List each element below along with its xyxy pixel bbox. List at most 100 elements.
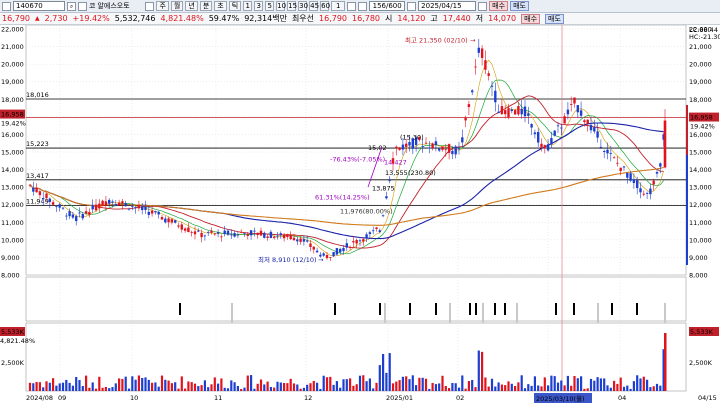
date-input[interactable]: 2025/04/15 [418,1,477,11]
volume-bar [398,380,401,391]
candle-body [385,196,388,199]
volume-bar [220,378,223,391]
price-tick-left: 8,000 [1,272,20,280]
candle-body [58,204,61,208]
volume-bar [55,385,58,391]
settings-icon[interactable] [145,1,155,11]
candle-body [540,143,543,148]
candle-body [454,146,457,155]
candle-body [504,110,507,115]
toggle-icon[interactable] [358,1,368,11]
interval-15[interactable]: 15 [287,1,297,11]
interval-45[interactable]: 45 [309,1,319,11]
volume-bar [279,382,282,391]
price-chart[interactable]: 18,01615,22313,41711,949 22,000 22,00021,… [0,25,720,404]
volume-bar [563,385,566,391]
volume-bar [391,383,395,391]
candle-body [464,117,467,121]
candle-body [207,232,210,233]
sell-button-2[interactable]: 매도 [545,13,564,24]
interval-10[interactable]: 10 [276,1,286,11]
volume-bar [583,388,586,391]
candle-body [395,146,398,149]
interval-1-custom[interactable]: 1 [331,1,346,11]
period-minute[interactable]: 분 [199,1,213,11]
price-tick-right: 10,000 [689,236,712,244]
period-week[interactable]: 주 [156,1,169,11]
volume-bar [457,387,461,391]
volume-bar [42,387,45,391]
price-tick-right: 14,000 [689,166,712,174]
page-counter[interactable]: 156/600 [369,1,406,11]
volume-bar [444,385,447,391]
stock-code-input[interactable]: 140670 [13,1,65,11]
bid-price: 16,780 [352,14,381,23]
candle-body [220,236,223,238]
signal-bar [664,303,666,323]
annotation-a4: 14,427 [384,158,407,166]
interval-60[interactable]: 60 [320,1,330,11]
volume-bar [184,388,187,391]
interval-30[interactable]: 30 [298,1,308,11]
candle-body [243,233,246,234]
volume-bar [461,375,464,391]
candle-body [134,207,137,208]
price-tick-right: 20,000 [689,61,712,69]
period-year[interactable]: 년 [185,1,198,11]
high-price: 17,440 [442,14,471,23]
menu-icon[interactable] [2,1,11,11]
interval-1[interactable]: 1 [243,1,253,11]
dropdown-icon[interactable] [347,1,357,11]
buy-button-2[interactable]: 매수 [521,13,541,24]
zoom-out-icon[interactable] [78,1,87,11]
volume-bar [240,388,243,391]
candle-body [306,240,309,242]
volume-bar [325,377,329,391]
calendar-icon[interactable] [407,1,417,11]
volume-bar [190,382,193,391]
price-tick-right: 18,000 [689,96,712,104]
volume-bar [32,383,35,391]
annotation-a5: 13,555 [385,169,408,177]
candle-body [48,198,51,202]
interval-5[interactable]: 5 [265,1,275,11]
period-month[interactable]: 월 [170,1,184,11]
volume-bar [177,388,180,391]
candle-body [104,201,108,206]
candle-body [246,234,249,236]
candle-body [612,157,616,159]
volume-bar [566,375,569,391]
candle-body [649,188,652,195]
candle-body [663,120,667,168]
volume-bar [256,383,259,391]
candle-body [645,193,649,194]
volume-bar [494,386,497,391]
candle-body [282,234,286,239]
period-tick[interactable]: 틱 [228,1,242,11]
buy-button[interactable]: 매수 [489,1,509,11]
volume-bar [550,375,553,391]
volume-bar [273,387,276,391]
arrow-icon: → [470,36,476,44]
period-second[interactable]: 초 [214,1,227,11]
volume-bar [537,385,540,391]
refresh-icon[interactable] [478,1,488,11]
volume-bar [253,388,256,391]
candle-body [523,106,527,117]
candle-body [507,108,510,118]
interval-3[interactable]: 3 [254,1,264,11]
sell-button[interactable]: 매도 [510,1,529,11]
volume-bar [141,377,144,391]
candle-body [233,233,236,237]
signal-bar [334,303,336,315]
candle-body [51,202,55,205]
candle-body [117,202,121,206]
search-icon[interactable]: ⌕ [67,1,76,11]
volume-bar [124,376,127,391]
price-tick-left: 10,000 [1,236,24,244]
stock-name[interactable]: 알에스오토 [97,1,143,11]
volume-bar [131,376,134,391]
volume-bar [401,376,404,391]
volume-bar [622,386,626,391]
candle-body [127,208,131,210]
